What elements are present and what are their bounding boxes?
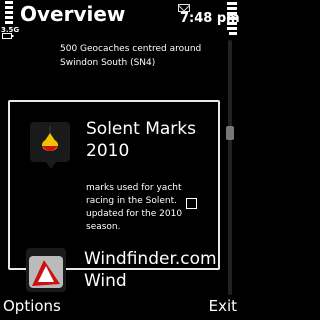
connection-icon xyxy=(2,33,14,39)
item-checkbox[interactable] xyxy=(186,198,197,209)
scrollbar[interactable] xyxy=(226,40,234,295)
previous-item-description: 500 Geocaches centred around Swindon Sou… xyxy=(60,44,202,68)
next-item-title[interactable]: Windfinder.com Wind xyxy=(84,248,224,292)
exit-softkey[interactable]: Exit xyxy=(209,297,237,315)
widget-list[interactable]: 500 Geocaches centred around Swindon Sou… xyxy=(0,40,226,295)
windfinder-icon xyxy=(26,248,66,292)
softkey-bar: Options Exit xyxy=(0,295,240,320)
item-title: Solent Marks 2010 xyxy=(86,119,196,161)
signal-strength-icon xyxy=(1,1,17,25)
item-icon-frame xyxy=(30,122,70,169)
battery-level-icon xyxy=(227,2,237,38)
list-item-solent-marks[interactable]: Solent Marks 2010 marks used for yacht r… xyxy=(8,100,220,270)
item-description: marks used for yacht racing in the Solen… xyxy=(86,183,183,232)
page-title: Overview xyxy=(20,2,126,26)
scrollbar-thumb[interactable] xyxy=(226,126,234,140)
buoy-icon xyxy=(42,126,58,151)
windsurf-logo-icon xyxy=(29,256,63,288)
scrollbar-track[interactable] xyxy=(228,40,232,295)
status-bar: 3.5G Overview 7:48 pm xyxy=(0,0,240,40)
options-softkey[interactable]: Options xyxy=(3,297,61,315)
